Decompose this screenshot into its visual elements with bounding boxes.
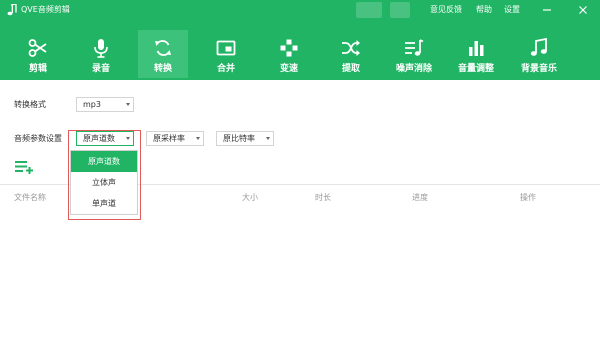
column-progress: 进度 <box>412 193 428 202</box>
music-note-icon <box>530 38 547 56</box>
tool-label: 合并 <box>216 64 235 74</box>
settings-link[interactable]: 设置 <box>504 4 520 16</box>
add-list-icon[interactable] <box>14 160 34 174</box>
tool-label: 提取 <box>341 64 360 74</box>
column-duration: 时长 <box>315 193 331 202</box>
scissors-icon <box>28 39 47 57</box>
tool-cut[interactable]: 剪辑 <box>13 30 63 78</box>
blurred-region <box>356 2 382 18</box>
tool-record[interactable]: 录音 <box>76 30 126 78</box>
dropdown-option-original-channels[interactable]: 原声道数 <box>71 151 137 172</box>
tool-background-music[interactable]: 背景音乐 <box>514 30 564 78</box>
tool-label: 背景音乐 <box>520 64 557 74</box>
format-label: 转换格式 <box>14 100 46 109</box>
tool-label: 变速 <box>279 64 298 74</box>
convert-icon <box>155 40 171 56</box>
tool-volume-adjust[interactable]: 音量调整 <box>451 30 501 78</box>
tool-label: 剪辑 <box>28 64 47 74</box>
column-filename: 文件名称 <box>14 193 46 202</box>
merge-icon <box>216 40 236 56</box>
tool-speed[interactable]: 变速 <box>264 30 314 78</box>
feedback-link[interactable]: 意见反馈 <box>430 4 462 16</box>
close-icon[interactable] <box>576 3 590 17</box>
chevron-down-icon <box>266 137 270 140</box>
sample-rate-select[interactable]: 原采样率 <box>146 131 204 146</box>
channels-dropdown: 原声道数 立体声 单声道 <box>70 150 138 215</box>
column-size: 大小 <box>242 193 258 202</box>
chevron-down-icon <box>196 137 200 140</box>
microphone-icon <box>94 39 108 58</box>
dropdown-option-stereo[interactable]: 立体声 <box>71 172 137 193</box>
volume-bars-icon <box>469 41 484 56</box>
speed-icon <box>280 39 298 57</box>
main-toolbar: 剪辑 录音 转换 合并 变速 提取 噪声消除 音量调整 背景音乐 <box>0 30 600 80</box>
format-select-value: mp3 <box>83 100 101 109</box>
app-logo-icon <box>7 4 17 16</box>
format-select[interactable]: mp3 <box>76 97 134 112</box>
blurred-region <box>390 2 410 18</box>
app-header: QVE音频剪辑 意见反馈 帮助 设置 剪辑 录音 转换 合并 变速 提取 噪声消… <box>0 0 600 80</box>
tool-noise-removal[interactable]: 噪声消除 <box>389 30 439 78</box>
sample-rate-select-value: 原采样率 <box>153 134 185 143</box>
tool-label: 转换 <box>153 64 172 74</box>
noise-icon <box>405 39 424 56</box>
tool-label: 噪声消除 <box>395 64 432 74</box>
tool-convert[interactable]: 转换 <box>138 30 188 78</box>
chevron-down-icon <box>126 103 130 106</box>
bit-rate-select[interactable]: 原比特率 <box>216 131 274 146</box>
minimize-icon[interactable] <box>540 3 554 17</box>
tool-label: 录音 <box>91 64 110 74</box>
channels-select[interactable]: 原声道数 <box>76 131 134 146</box>
audio-params-label: 音频参数设置 <box>14 134 62 143</box>
app-title: QVE音频剪辑 <box>21 5 70 14</box>
dropdown-option-mono[interactable]: 单声道 <box>71 193 137 214</box>
bit-rate-select-value: 原比特率 <box>223 134 255 143</box>
column-actions: 操作 <box>520 193 536 202</box>
title-bar: QVE音频剪辑 意见反馈 帮助 设置 <box>0 0 600 20</box>
help-link[interactable]: 帮助 <box>476 4 492 16</box>
shuffle-icon <box>342 40 360 56</box>
tool-merge[interactable]: 合并 <box>201 30 251 78</box>
channels-select-value: 原声道数 <box>83 134 115 143</box>
chevron-down-icon <box>126 137 130 140</box>
tool-label: 音量调整 <box>457 64 494 74</box>
tool-extract[interactable]: 提取 <box>326 30 376 78</box>
